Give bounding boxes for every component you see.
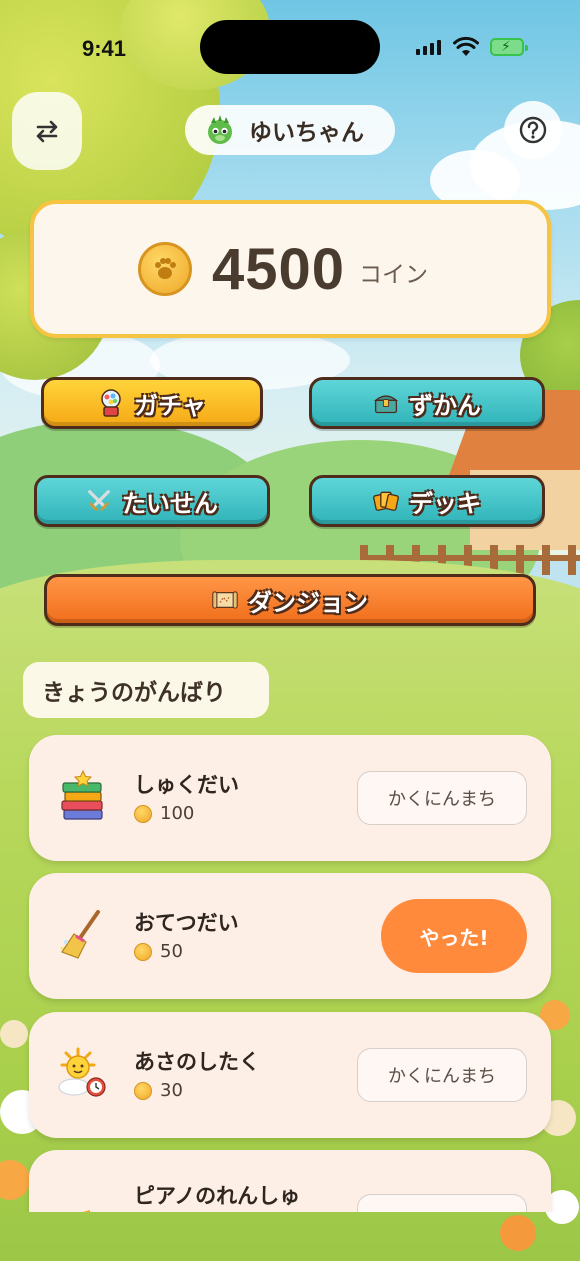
treasure-chest-icon [373,390,399,416]
battery-icon: ⚡ [490,38,528,56]
dungeon-label: ダンジョン [248,588,368,617]
taisen-button[interactable]: たいせん [34,475,270,527]
task-reward: 50 [134,941,183,962]
coin-amount: 4500 [212,236,346,302]
reward-value: 30 [160,1080,183,1101]
switch-user-button[interactable] [12,92,82,170]
question-circle-icon [519,116,547,144]
task-title: しゅくだい [134,773,239,797]
pending-confirmation-button[interactable]: かくにんまち [357,1048,527,1102]
task-list-clip: ピアノのれんしゅ [0,1140,580,1212]
help-button[interactable] [504,101,562,159]
cellular-signal-icon [416,40,441,55]
card-deck-icon [373,488,399,514]
task-title: おてつだい [134,911,239,935]
deck-label: デッキ [409,489,481,518]
task-card: しゅくだい 100 かくにんまち [29,735,551,861]
book-stack-icon [55,769,111,825]
coin-unit: コイン [359,262,429,288]
status-bar: 9:41 ⚡ [0,0,580,90]
zukan-button[interactable]: ずかん [309,377,545,429]
wifi-icon [453,36,479,56]
task-reward: 30 [134,1080,183,1101]
swap-arrows-icon [36,120,58,143]
mark-done-button[interactable]: やった! [381,899,527,973]
gacha-label: ガチャ [134,391,206,420]
coin-icon [134,942,152,961]
gacha-button[interactable]: ガチャ [41,377,263,429]
task-card: ピアノのれんしゅ [29,1150,551,1212]
section-header: きょうのがんばり [23,662,269,718]
taisen-label: たいせん [122,489,218,518]
dynamic-island [200,20,380,74]
status-time: 9:41 [82,36,127,61]
task-reward: 100 [134,803,194,824]
sun-alarm-clock-icon [55,1046,111,1102]
task-title: ピアノのれんしゅ [134,1184,301,1208]
reward-value: 100 [160,803,195,824]
coin-icon [134,804,152,823]
dragon-avatar-icon [208,115,232,144]
pending-confirmation-button[interactable]: かくにんまち [357,771,527,825]
scroll-map-icon [212,587,238,613]
coin-icon [134,1081,152,1100]
gumball-machine-icon [98,389,124,417]
music-note-icon [55,1194,111,1212]
task-card: あさのしたく 30 かくにんまち [29,1012,551,1138]
broom-icon [55,907,111,963]
profile-chip[interactable]: ゆいちゃん [185,105,395,155]
profile-name: ゆいちゃん [249,120,364,146]
reward-value: 50 [160,941,183,962]
pending-confirmation-button[interactable] [357,1194,527,1212]
task-card: おてつだい 50 やった! [29,873,551,999]
paw-coin-icon [138,242,192,296]
zukan-label: ずかん [409,391,481,420]
coin-balance-card: 4500 コイン [30,200,551,338]
crossed-swords-icon [86,488,112,514]
task-title: あさのしたく [134,1050,260,1074]
deck-button[interactable]: デッキ [309,475,545,527]
dungeon-button[interactable]: ダンジョン [44,574,536,626]
section-title: きょうのがんばり [42,680,226,706]
